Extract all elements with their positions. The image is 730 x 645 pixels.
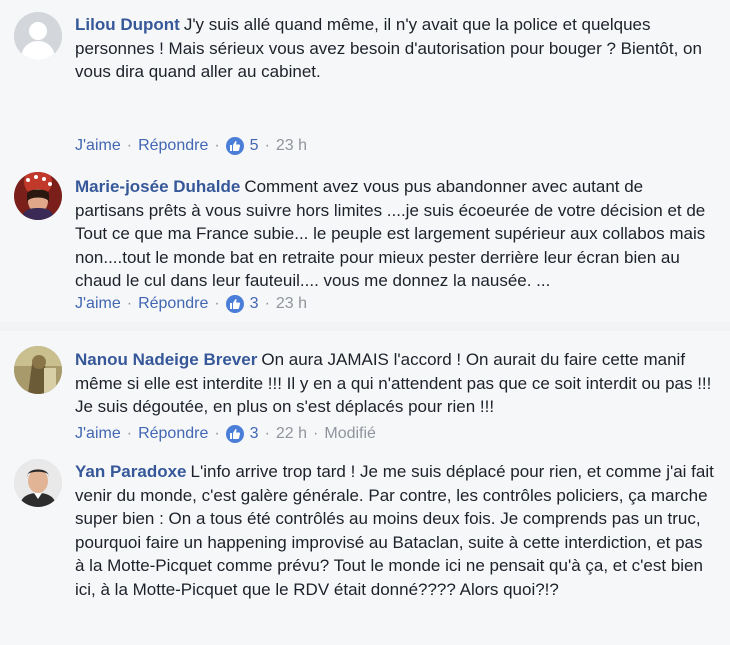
comment-actions: J'aime · Répondre · 5 · 23 h bbox=[75, 136, 307, 156]
comment-panel: Nanou Nadeige Brever On aura JAMAIS l'acc… bbox=[0, 331, 730, 645]
author-name[interactable]: Yan Paradoxe bbox=[75, 462, 187, 481]
timestamp[interactable]: 22 h bbox=[276, 424, 307, 444]
comment-body: Marie-josée Duhalde Comment avez vous pus… bbox=[75, 175, 715, 293]
like-link[interactable]: J'aime bbox=[75, 136, 121, 156]
reaction-count[interactable]: 3 bbox=[250, 294, 259, 314]
thumbs-up-icon[interactable] bbox=[225, 137, 244, 155]
separator: · bbox=[214, 295, 220, 312]
like-link[interactable]: J'aime bbox=[75, 294, 121, 314]
separator: · bbox=[264, 295, 270, 312]
comment-panel: Lilou Dupont J'y suis allé quand même, il… bbox=[0, 0, 730, 322]
separator: · bbox=[214, 137, 220, 154]
author-name[interactable]: Marie-josée Duhalde bbox=[75, 177, 240, 196]
reply-link[interactable]: Répondre bbox=[138, 136, 208, 156]
default-avatar-icon bbox=[14, 12, 62, 60]
avatar[interactable] bbox=[14, 172, 62, 220]
comment-body: Nanou Nadeige Brever On aura JAMAIS l'acc… bbox=[75, 348, 715, 419]
author-name[interactable]: Nanou Nadeige Brever bbox=[75, 350, 257, 369]
separator: · bbox=[264, 425, 270, 442]
comment-actions: J'aime · Répondre · 3 · 22 h · Modifié bbox=[75, 424, 376, 444]
separator: · bbox=[126, 425, 133, 442]
user-photo bbox=[14, 172, 62, 220]
thumbs-up-icon[interactable] bbox=[225, 295, 244, 313]
like-link[interactable]: J'aime bbox=[75, 424, 121, 444]
separator: · bbox=[313, 425, 319, 442]
comment-body: Lilou Dupont J'y suis allé quand même, il… bbox=[75, 13, 715, 84]
thumbs-up-icon[interactable] bbox=[225, 425, 244, 443]
edited-label[interactable]: Modifié bbox=[324, 424, 376, 444]
user-photo bbox=[14, 346, 62, 394]
reply-link[interactable]: Répondre bbox=[138, 294, 208, 314]
author-name[interactable]: Lilou Dupont bbox=[75, 15, 180, 34]
user-photo bbox=[14, 459, 62, 507]
avatar[interactable] bbox=[14, 459, 62, 507]
reaction-count[interactable]: 5 bbox=[250, 136, 259, 156]
timestamp[interactable]: 23 h bbox=[276, 136, 307, 156]
comment-text: L'info arrive trop tard ! Je me suis dép… bbox=[75, 462, 714, 599]
comment-actions: J'aime · Répondre · 3 · 23 h bbox=[75, 294, 307, 314]
timestamp[interactable]: 23 h bbox=[276, 294, 307, 314]
comment-body: Yan Paradoxe L'info arrive trop tard ! Je… bbox=[75, 460, 715, 601]
avatar[interactable] bbox=[14, 346, 62, 394]
separator: · bbox=[126, 295, 133, 312]
separator: · bbox=[214, 425, 220, 442]
separator: · bbox=[126, 137, 133, 154]
avatar[interactable] bbox=[14, 12, 62, 60]
reaction-count[interactable]: 3 bbox=[250, 424, 259, 444]
reply-link[interactable]: Répondre bbox=[138, 424, 208, 444]
separator: · bbox=[264, 137, 270, 154]
